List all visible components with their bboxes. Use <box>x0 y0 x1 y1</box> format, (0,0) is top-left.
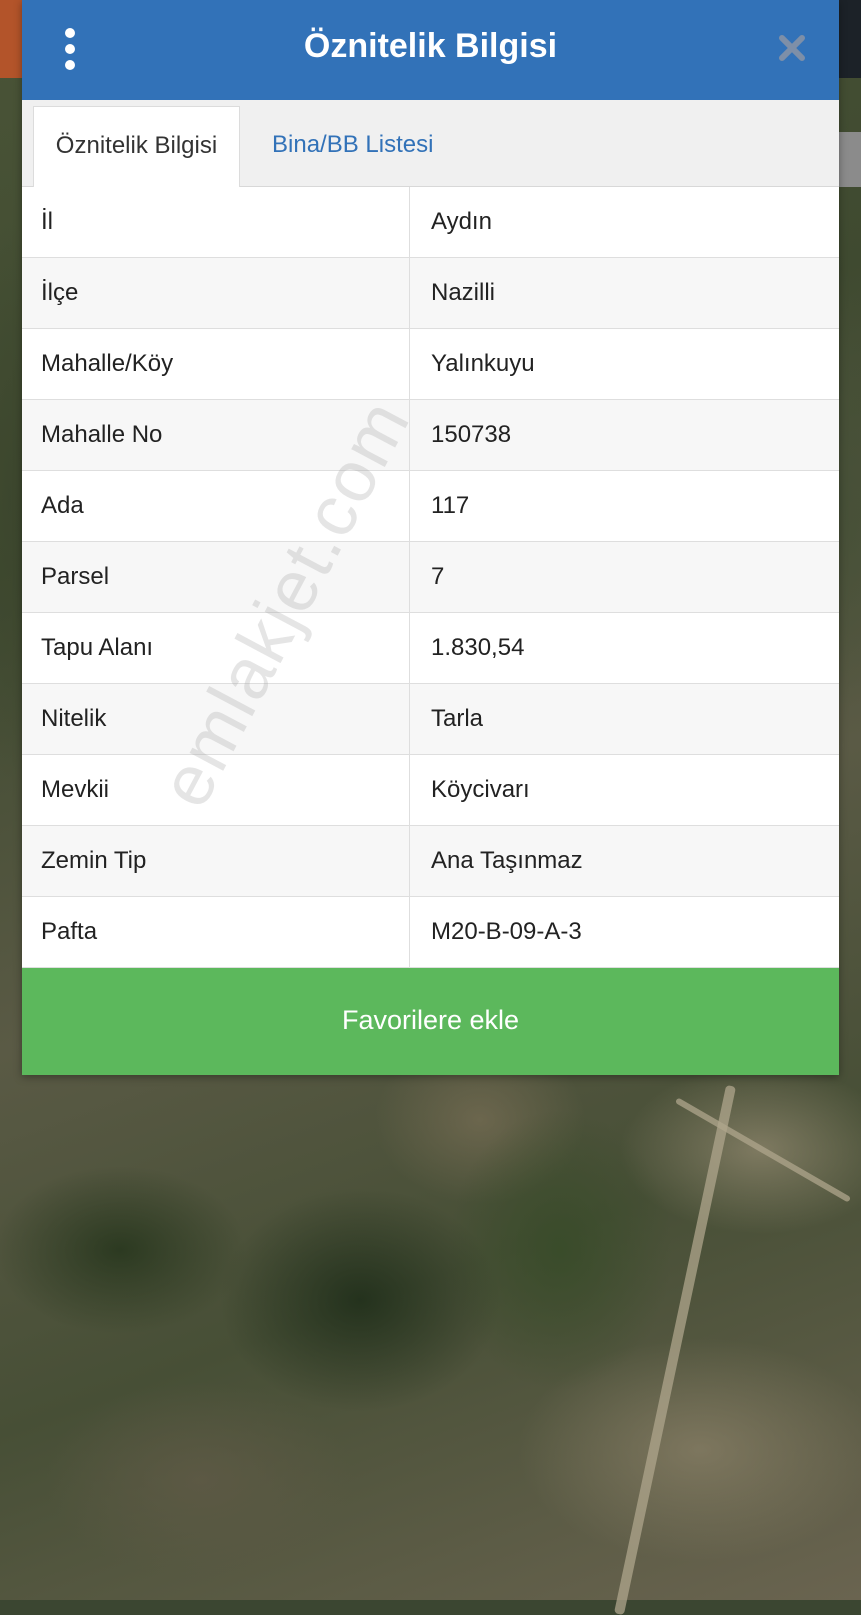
add-to-favorites-button[interactable]: Favorilere ekle <box>22 968 839 1075</box>
table-row: Parsel 7 <box>22 542 839 613</box>
attr-value-parsel: 7 <box>431 563 445 590</box>
attribute-info-dialog: Öznitelik Bilgisi Öznitelik Bilgisi Bina… <box>22 0 839 1075</box>
attr-label-mahalle-koy: Mahalle/Köy <box>22 329 410 399</box>
table-row: Nitelik Tarla <box>22 684 839 755</box>
attr-label-pafta: Pafta <box>22 897 410 967</box>
kebab-menu-icon[interactable] <box>60 28 80 70</box>
dialog-title: Öznitelik Bilgisi <box>303 27 558 65</box>
table-row: Zemin Tip Ana Taşınmaz <box>22 826 839 897</box>
attr-value-ada: 117 <box>431 492 470 519</box>
table-row: İlçe Nazilli <box>22 258 839 329</box>
map-road <box>674 1097 852 1203</box>
table-row: Mahalle/Köy Yalınkuyu <box>22 329 839 400</box>
attr-label-il: İl <box>22 187 410 257</box>
attr-value-tapu-alani: 1.830,54 <box>431 634 525 661</box>
attr-value-ilce: Nazilli <box>431 279 496 306</box>
attr-value-nitelik: Tarla <box>431 705 484 732</box>
tab-building-list[interactable]: Bina/BB Listesi <box>262 106 443 187</box>
background-strip <box>0 0 22 78</box>
attr-label-mevkii: Mevkii <box>22 755 410 825</box>
table-row: Mevkii Köycivarı <box>22 755 839 826</box>
map-road <box>613 1084 737 1615</box>
close-icon[interactable] <box>774 30 810 66</box>
attr-value-mahalle-no: 150738 <box>431 421 512 448</box>
attr-value-mevkii: Köycivarı <box>431 776 530 803</box>
table-row: Mahalle No 150738 <box>22 400 839 471</box>
attr-label-nitelik: Nitelik <box>22 684 410 754</box>
attr-value-il: Aydın <box>431 208 492 235</box>
table-row: İl Aydın <box>22 187 839 258</box>
tab-bar: Öznitelik Bilgisi Bina/BB Listesi <box>22 100 839 188</box>
table-row: Pafta M20-B-09-A-3 <box>22 897 839 968</box>
attr-label-ada: Ada <box>22 471 410 541</box>
table-row: Tapu Alanı 1.830,54 <box>22 613 839 684</box>
attr-value-pafta: M20-B-09-A-3 <box>431 918 582 945</box>
background-panel-edge <box>839 132 861 187</box>
background-strip <box>839 0 861 78</box>
attr-label-mahalle-no: Mahalle No <box>22 400 410 470</box>
attr-label-ilce: İlçe <box>22 258 410 328</box>
attr-label-zemin-tip: Zemin Tip <box>22 826 410 896</box>
dialog-header: Öznitelik Bilgisi <box>22 0 839 100</box>
tab-attribute-info[interactable]: Öznitelik Bilgisi <box>33 106 240 188</box>
table-row: Ada 117 <box>22 471 839 542</box>
attribute-table: İl Aydın İlçe Nazilli Mahalle/Köy Yalınk… <box>22 187 839 968</box>
attr-value-zemin-tip: Ana Taşınmaz <box>431 847 583 874</box>
attr-label-tapu-alani: Tapu Alanı <box>22 613 410 683</box>
attr-value-mahalle-koy: Yalınkuyu <box>431 350 535 377</box>
attr-label-parsel: Parsel <box>22 542 410 612</box>
